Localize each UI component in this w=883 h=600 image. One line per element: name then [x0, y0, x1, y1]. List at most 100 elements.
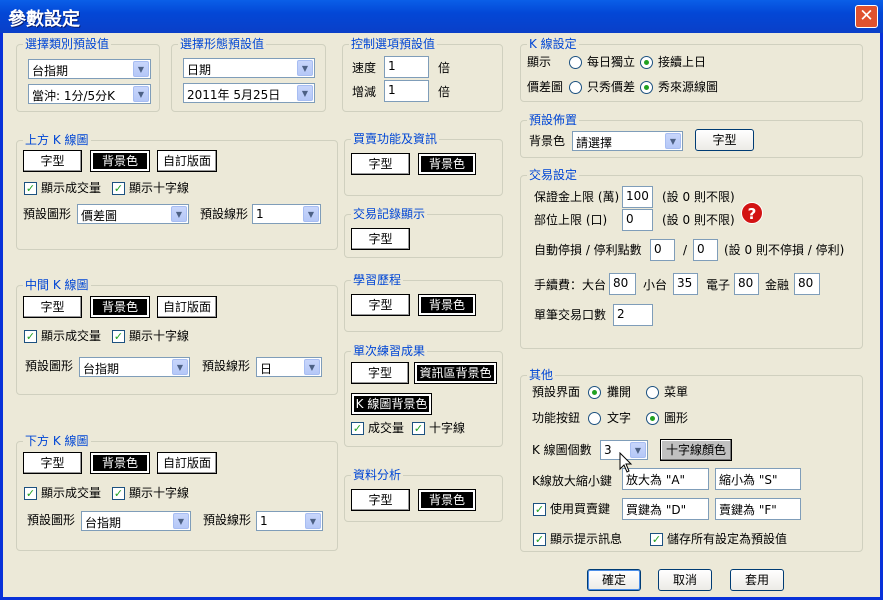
speed-input[interactable]: 1 — [384, 56, 429, 78]
radio-show-source[interactable] — [640, 81, 653, 94]
radio-button-graphic[interactable] — [646, 412, 659, 425]
layout-font-button[interactable]: 字型 — [695, 129, 754, 151]
radio-spread-only[interactable] — [569, 81, 582, 94]
lower-bg-button[interactable]: 背景色 — [90, 452, 150, 474]
ui-menu-label[interactable]: 菜單 — [664, 384, 688, 400]
fee-elec-input[interactable]: 80 — [734, 273, 759, 295]
daily-independent-label[interactable]: 每日獨立 — [587, 54, 635, 70]
save-defaults-label[interactable]: 儲存所有設定為預設值 — [667, 531, 787, 547]
radio-ui-expanded[interactable] — [588, 386, 601, 399]
fee-small-input[interactable]: 35 — [673, 273, 698, 295]
date-picker[interactable]: 2011年 5月25日 ▼ — [183, 83, 315, 103]
middle-layout-button[interactable]: 自訂版面 — [157, 296, 217, 318]
show-tips-label[interactable]: 顯示提示訊息 — [550, 531, 622, 547]
chevron-down-icon[interactable]: ▼ — [172, 359, 188, 375]
upper-font-button[interactable]: 字型 — [23, 150, 82, 172]
analysis-font-button[interactable]: 字型 — [351, 489, 410, 511]
chevron-down-icon[interactable]: ▼ — [133, 86, 149, 102]
take-profit-input[interactable]: 0 — [693, 239, 718, 261]
chevron-down-icon[interactable]: ▼ — [303, 206, 319, 222]
practice-cross-checkbox[interactable]: ✓ — [412, 422, 425, 435]
upper-bg-button[interactable]: 背景色 — [90, 150, 150, 172]
continue-previous-label[interactable]: 接續上日 — [658, 54, 706, 70]
chevron-down-icon[interactable]: ▼ — [305, 513, 321, 529]
upper-volume-label[interactable]: 顯示成交量 — [41, 180, 101, 196]
chevron-down-icon[interactable]: ▼ — [173, 513, 189, 529]
chevron-down-icon[interactable]: ▼ — [297, 85, 313, 101]
chevron-down-icon[interactable]: ▼ — [304, 359, 320, 375]
apply-button[interactable]: 套用 — [730, 569, 784, 591]
lower-cross-label[interactable]: 顯示十字線 — [129, 485, 189, 501]
info-area-bg-button[interactable]: 資訊區背景色 — [414, 362, 497, 384]
upper-cross-checkbox[interactable]: ✓ — [112, 182, 125, 195]
layout-bg-select[interactable]: 請選擇 ▼ — [572, 131, 683, 151]
zoom-in-key-input[interactable]: 放大為 "A" — [622, 468, 709, 490]
button-graphic-label[interactable]: 圖形 — [664, 410, 688, 426]
kline-bg-button[interactable]: K 線圖背景色 — [351, 393, 432, 415]
middle-cross-checkbox[interactable]: ✓ — [112, 330, 125, 343]
cancel-button[interactable]: 取消 — [658, 569, 712, 591]
middle-volume-label[interactable]: 顯示成交量 — [41, 328, 101, 344]
analysis-bg-button[interactable]: 背景色 — [418, 489, 476, 511]
middle-font-button[interactable]: 字型 — [23, 296, 82, 318]
show-source-label[interactable]: 秀來源線圖 — [658, 79, 718, 95]
position-input[interactable]: 0 — [622, 209, 653, 231]
ok-button[interactable]: 確定 — [587, 569, 641, 591]
show-tips-checkbox[interactable]: ✓ — [533, 533, 546, 546]
stop-loss-input[interactable]: 0 — [650, 239, 675, 261]
close-button[interactable]: ✕ — [855, 5, 878, 28]
increment-input[interactable]: 1 — [384, 80, 429, 102]
upper-shape-select[interactable]: 價差圖 ▼ — [77, 204, 189, 224]
radio-ui-menu[interactable] — [646, 386, 659, 399]
middle-volume-checkbox[interactable]: ✓ — [24, 330, 37, 343]
margin-input[interactable]: 100 — [622, 186, 653, 208]
trade-key-label[interactable]: 使用買賣鍵 — [550, 501, 610, 517]
chevron-down-icon[interactable]: ▼ — [665, 133, 681, 149]
middle-cross-label[interactable]: 顯示十字線 — [129, 328, 189, 344]
help-icon[interactable]: ? — [741, 202, 763, 224]
save-defaults-checkbox[interactable]: ✓ — [650, 533, 663, 546]
learning-bg-button[interactable]: 背景色 — [418, 294, 476, 316]
zoom-out-key-input[interactable]: 縮小為 "S" — [715, 468, 801, 490]
radio-button-text[interactable] — [588, 412, 601, 425]
upper-line-select[interactable]: 1 ▼ — [252, 204, 321, 224]
practice-volume-label[interactable]: 成交量 — [368, 420, 404, 436]
button-text-label[interactable]: 文字 — [607, 410, 631, 426]
crosshair-color-button[interactable]: 十字線顏色 — [660, 439, 732, 461]
upper-volume-checkbox[interactable]: ✓ — [24, 182, 37, 195]
lower-layout-button[interactable]: 自訂版面 — [157, 452, 217, 474]
trade-font-button[interactable]: 字型 — [351, 153, 410, 175]
chevron-down-icon[interactable]: ▼ — [171, 206, 187, 222]
lower-volume-label[interactable]: 顯示成交量 — [41, 485, 101, 501]
lower-shape-select[interactable]: 台指期 ▼ — [81, 511, 191, 531]
lower-line-select[interactable]: 1 ▼ — [256, 511, 323, 531]
middle-line-select[interactable]: 日 ▼ — [256, 357, 322, 377]
trade-key-checkbox[interactable]: ✓ — [533, 503, 546, 516]
fee-big-input[interactable]: 80 — [609, 273, 636, 295]
sell-key-input[interactable]: 賣鍵為 "F" — [715, 498, 801, 520]
trade-record-font-button[interactable]: 字型 — [351, 228, 410, 250]
lower-volume-checkbox[interactable]: ✓ — [24, 487, 37, 500]
lower-cross-checkbox[interactable]: ✓ — [112, 487, 125, 500]
middle-shape-select[interactable]: 台指期 ▼ — [79, 357, 190, 377]
daytrade-select[interactable]: 當沖: 1分/5分K ▼ — [28, 84, 151, 104]
buy-key-input[interactable]: 買鍵為 "D" — [622, 498, 709, 520]
practice-font-button[interactable]: 字型 — [351, 362, 409, 384]
learning-font-button[interactable]: 字型 — [351, 294, 410, 316]
ui-expanded-label[interactable]: 攤開 — [607, 384, 631, 400]
qty-input[interactable]: 2 — [613, 304, 653, 326]
fee-fin-input[interactable]: 80 — [794, 273, 820, 295]
form-select[interactable]: 日期 ▼ — [183, 58, 315, 78]
category-select[interactable]: 台指期 ▼ — [28, 59, 151, 79]
radio-daily-independent[interactable] — [569, 56, 582, 69]
chevron-down-icon[interactable]: ▼ — [297, 60, 313, 76]
spread-only-label[interactable]: 只秀價差 — [587, 79, 635, 95]
trade-bg-button[interactable]: 背景色 — [418, 153, 476, 175]
middle-bg-button[interactable]: 背景色 — [90, 296, 150, 318]
radio-continue-previous[interactable] — [640, 56, 653, 69]
lower-font-button[interactable]: 字型 — [23, 452, 82, 474]
practice-volume-checkbox[interactable]: ✓ — [351, 422, 364, 435]
chevron-down-icon[interactable]: ▼ — [133, 61, 149, 77]
practice-cross-label[interactable]: 十字線 — [429, 420, 465, 436]
upper-layout-button[interactable]: 自訂版面 — [157, 150, 217, 172]
